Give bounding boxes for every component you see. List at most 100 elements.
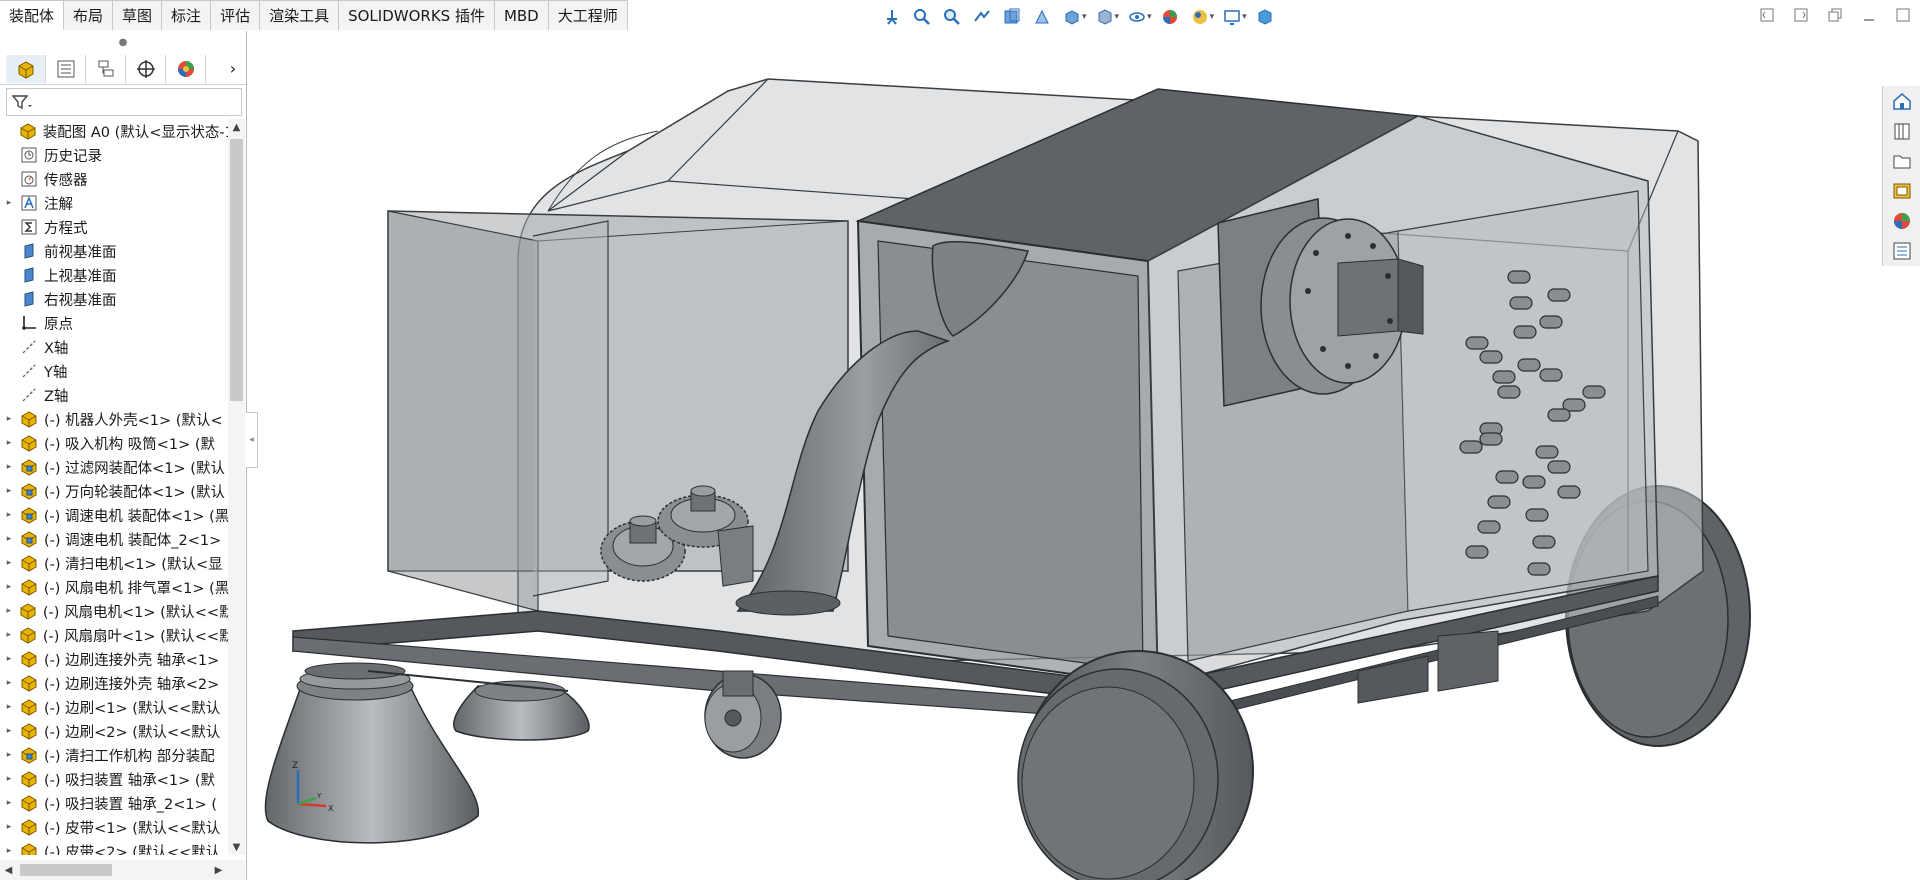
- restore-down-icon[interactable]: [1826, 6, 1844, 24]
- tree-node[interactable]: 传感器: [0, 167, 228, 191]
- section-view-icon[interactable]: [998, 5, 1026, 29]
- expand-arrow-icon[interactable]: ▸: [0, 846, 18, 855]
- tree-node[interactable]: Y轴: [0, 359, 228, 383]
- tree-node[interactable]: Z轴: [0, 383, 228, 407]
- tree-node[interactable]: 方程式: [0, 215, 228, 239]
- tab-5[interactable]: 渲染工具: [260, 0, 340, 30]
- expand-arrow-icon[interactable]: ▸: [0, 774, 18, 784]
- feature-manager-tab-icon[interactable]: [6, 54, 46, 83]
- tab-4[interactable]: 评估: [211, 0, 261, 30]
- tree-node[interactable]: ▸ (-) 吸扫装置 轴承_2<1> (: [0, 791, 228, 815]
- tree-node[interactable]: 前视基准面: [0, 239, 228, 263]
- solidworks-resources-home-icon[interactable]: [1883, 86, 1920, 116]
- tree-node[interactable]: ▸ (-) 皮带<1> (默认<<默认: [0, 815, 228, 839]
- property-manager-tab-icon[interactable]: [46, 54, 86, 83]
- scroll-up-icon[interactable]: ▲: [228, 119, 245, 135]
- orient-icon[interactable]: [878, 5, 906, 29]
- view-palette-icon[interactable]: [1883, 176, 1920, 206]
- display-style-dropdown[interactable]: ▾: [1115, 12, 1120, 22]
- expand-arrow-icon[interactable]: ▸: [0, 726, 18, 736]
- tree-node[interactable]: 原点: [0, 311, 228, 335]
- expand-arrow-icon[interactable]: ▸: [0, 462, 18, 472]
- dynamic-annotation-icon[interactable]: [1028, 5, 1056, 29]
- tree-node[interactable]: 上视基准面: [0, 263, 228, 287]
- tree-filter-input[interactable]: [6, 88, 242, 116]
- expand-arrow-icon[interactable]: ▸: [0, 678, 18, 688]
- tree-node[interactable]: ▸ (-) 吸扫装置 轴承<1> (默: [0, 767, 228, 791]
- scrollbar-thumb[interactable]: [230, 139, 243, 401]
- realview-icon[interactable]: [1251, 5, 1279, 29]
- tab-0[interactable]: 装配体: [0, 0, 65, 30]
- custom-properties-icon[interactable]: [1883, 236, 1920, 266]
- tree-node[interactable]: ▸ (-) 皮带<2> (默认<<默认: [0, 839, 228, 855]
- tree-horizontal-scrollbar[interactable]: ◀ ▶: [0, 860, 245, 880]
- scrollbar-thumb[interactable]: [20, 864, 112, 876]
- expand-arrow-icon[interactable]: ▸: [0, 198, 18, 208]
- more-tabs-chevron-icon[interactable]: ›: [220, 55, 246, 83]
- zoom-to-fit-icon[interactable]: [908, 5, 936, 29]
- tree-node[interactable]: ▸ (-) 过滤网装配体<1> (默认: [0, 455, 228, 479]
- view-orientation-dropdown[interactable]: ▾: [1082, 12, 1087, 22]
- expand-arrow-icon[interactable]: ▸: [0, 630, 17, 640]
- restore-right-icon[interactable]: [1792, 6, 1810, 24]
- previous-view-icon[interactable]: [968, 5, 996, 29]
- expand-arrow-icon[interactable]: ▸: [0, 654, 18, 664]
- expand-arrow-icon[interactable]: ▸: [0, 822, 18, 832]
- edit-appearance-icon[interactable]: [1156, 5, 1184, 29]
- tree-node[interactable]: ▸ (-) 机器人外壳<1> (默认<: [0, 407, 228, 431]
- expand-arrow-icon[interactable]: ▸: [0, 606, 17, 616]
- expand-arrow-icon[interactable]: ▸: [0, 414, 18, 424]
- tree-node[interactable]: ▸ (-) 边刷<2> (默认<<默认: [0, 719, 228, 743]
- apply-scene-dropdown[interactable]: ▾: [1210, 12, 1215, 22]
- tab-2[interactable]: 草图: [113, 0, 163, 30]
- tab-3[interactable]: 标注: [162, 0, 212, 30]
- tab-7[interactable]: MBD: [494, 0, 549, 30]
- expand-arrow-icon[interactable]: ▸: [0, 510, 18, 520]
- expand-arrow-icon[interactable]: ▸: [0, 798, 18, 808]
- restore-left-icon[interactable]: [1758, 6, 1776, 24]
- tree-node[interactable]: 历史记录: [0, 143, 228, 167]
- expand-arrow-icon[interactable]: ▸: [0, 438, 18, 448]
- tree-node[interactable]: ▸ (-) 调速电机 装配体<1> (黑: [0, 503, 228, 527]
- tab-1[interactable]: 布局: [64, 0, 114, 30]
- expand-arrow-icon[interactable]: ▸: [0, 582, 18, 592]
- expand-arrow-icon[interactable]: ▸: [0, 534, 18, 544]
- tree-node[interactable]: ▸ (-) 边刷连接外壳 轴承<1>: [0, 647, 228, 671]
- tree-node[interactable]: 右视基准面: [0, 287, 228, 311]
- tree-node[interactable]: ▸ (-) 边刷<1> (默认<<默认: [0, 695, 228, 719]
- tree-node[interactable]: ▸ (-) 边刷连接外壳 轴承<2>: [0, 671, 228, 695]
- tree-vertical-scrollbar[interactable]: ▲ ▼: [228, 119, 245, 855]
- expand-arrow-icon[interactable]: ▸: [0, 750, 18, 760]
- expand-arrow-icon[interactable]: ▸: [0, 702, 18, 712]
- tree-node[interactable]: ▸ (-) 风扇电机<1> (默认<<默: [0, 599, 228, 623]
- scroll-right-icon[interactable]: ▶: [210, 862, 227, 878]
- tree-node[interactable]: ▸ (-) 清扫电机<1> (默认<显: [0, 551, 228, 575]
- tree-node[interactable]: X轴: [0, 335, 228, 359]
- appearances-scenes-icon[interactable]: [1883, 206, 1920, 236]
- graphics-area[interactable]: [248, 31, 1878, 880]
- file-explorer-icon[interactable]: [1883, 146, 1920, 176]
- zoom-area-icon[interactable]: [938, 5, 966, 29]
- tree-node[interactable]: ▸ (-) 调速电机 装配体_2<1>: [0, 527, 228, 551]
- panel-grip-icon[interactable]: ●: [0, 31, 246, 53]
- hide-show-dropdown[interactable]: ▾: [1147, 12, 1152, 22]
- display-manager-tab-icon[interactable]: [166, 54, 206, 83]
- tree-node[interactable]: ▸ (-) 吸入机构 吸筒<1> (默: [0, 431, 228, 455]
- tree-node[interactable]: ▸ (-) 风扇扇叶<1> (默认<<默: [0, 623, 228, 647]
- minimize-icon[interactable]: [1860, 6, 1878, 24]
- tree-node[interactable]: 装配图 A0 (默认<显示状态-1: [0, 119, 228, 143]
- tree-node[interactable]: ▸ (-) 万向轮装配体<1> (默认: [0, 479, 228, 503]
- view-settings-dropdown[interactable]: ▾: [1242, 12, 1247, 22]
- tree-node[interactable]: ▸ (-) 风扇电机 排气罩<1> (黑: [0, 575, 228, 599]
- dimxpert-manager-tab-icon[interactable]: [126, 54, 166, 83]
- scroll-left-icon[interactable]: ◀: [0, 862, 17, 878]
- tab-8[interactable]: 大工程师: [548, 0, 628, 30]
- maximize-icon[interactable]: [1894, 6, 1912, 24]
- tree-node[interactable]: ▸ (-) 清扫工作机构 部分装配: [0, 743, 228, 767]
- configuration-manager-tab-icon[interactable]: [86, 54, 126, 83]
- tree-node[interactable]: ▸ 注解: [0, 191, 228, 215]
- design-library-icon[interactable]: [1883, 116, 1920, 146]
- expand-arrow-icon[interactable]: ▸: [0, 558, 18, 568]
- tab-6[interactable]: SOLIDWORKS 插件: [339, 0, 495, 30]
- expand-arrow-icon[interactable]: ▸: [0, 486, 18, 496]
